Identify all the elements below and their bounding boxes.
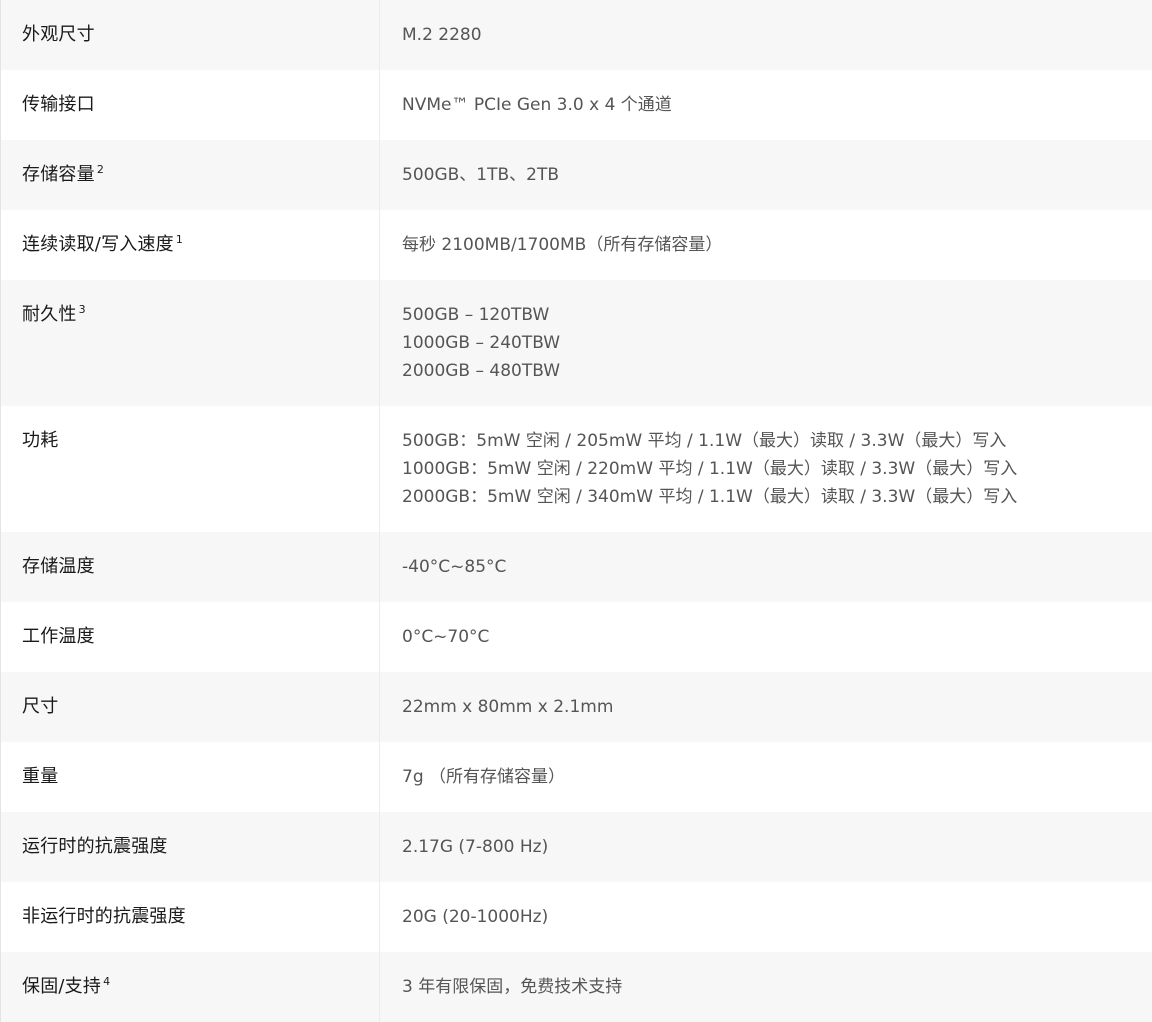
spec-row-capacity: 存储容量 2 500GB、1TB、2TB (1, 140, 1152, 210)
spec-value-line: 500GB – 120TBW (402, 305, 550, 325)
spec-label: 功耗 (1, 406, 380, 532)
footnote-marker: 2 (96, 163, 105, 176)
spec-row-storage-temp: 存储温度 -40°C~85°C (1, 532, 1152, 602)
spec-value: 500GB：5mW 空闲 / 205mW 平均 / 1.1W（最大）读取 / 3… (380, 406, 1152, 532)
spec-row-weight: 重量 7g （所有存储容量） (1, 742, 1152, 812)
spec-value: 7g （所有存储容量） (380, 742, 1152, 812)
spec-label: 保固/支持 4 (1, 952, 380, 1022)
spec-value-line: 0°C~70°C (402, 627, 490, 647)
spec-row-interface: 传输接口 NVMe™ PCIe Gen 3.0 x 4 个通道 (1, 70, 1152, 140)
spec-label: 工作温度 (1, 602, 380, 672)
spec-value: -40°C~85°C (380, 532, 1152, 602)
spec-value: 500GB – 120TBW 1000GB – 240TBW 2000GB – … (380, 280, 1152, 406)
spec-value-line: 500GB、1TB、2TB (402, 165, 560, 185)
spec-label: 耐久性 3 (1, 280, 380, 406)
spec-value: 2.17G (7-800 Hz) (380, 812, 1152, 882)
spec-value: 0°C~70°C (380, 602, 1152, 672)
spec-row-form-factor: 外观尺寸 M.2 2280 (1, 0, 1152, 70)
spec-value: 每秒 2100MB/1700MB（所有存储容量） (380, 210, 1152, 280)
spec-label: 运行时的抗震强度 (1, 812, 380, 882)
spec-value-line: 2000GB – 480TBW (402, 361, 561, 381)
spec-label: 外观尺寸 (1, 0, 380, 70)
spec-value: NVMe™ PCIe Gen 3.0 x 4 个通道 (380, 70, 1152, 140)
footnote-marker: 4 (103, 975, 111, 988)
spec-row-non-operating-shock: 非运行时的抗震强度 20G (20-1000Hz) (1, 882, 1152, 952)
spec-row-endurance: 耐久性 3 500GB – 120TBW 1000GB – 240TBW 2000… (1, 280, 1152, 406)
spec-value-line: 3 年有限保固，免费技术支持 (402, 977, 623, 997)
spec-label: 传输接口 (1, 70, 380, 140)
spec-row-operating-temp: 工作温度 0°C~70°C (1, 602, 1152, 672)
spec-value-line: NVMe™ PCIe Gen 3.0 x 4 个通道 (402, 95, 672, 115)
spec-label: 存储温度 (1, 532, 380, 602)
spec-label: 重量 (1, 742, 380, 812)
spec-value: M.2 2280 (380, 0, 1152, 70)
spec-label: 尺寸 (1, 672, 380, 742)
spec-value: 500GB、1TB、2TB (380, 140, 1152, 210)
spec-row-warranty: 保固/支持 4 3 年有限保固，免费技术支持 (1, 952, 1152, 1022)
spec-value: 20G (20-1000Hz) (380, 882, 1152, 952)
spec-row-power: 功耗 500GB：5mW 空闲 / 205mW 平均 / 1.1W（最大）读取 … (1, 406, 1152, 532)
footnote-marker: 1 (175, 233, 184, 246)
spec-value-line: 22mm x 80mm x 2.1mm (402, 697, 614, 717)
spec-row-speed: 连续读取/写入速度 1 每秒 2100MB/1700MB（所有存储容量） (1, 210, 1152, 280)
spec-row-operating-shock: 运行时的抗震强度 2.17G (7-800 Hz) (1, 812, 1152, 882)
spec-value-line: 1000GB：5mW 空闲 / 220mW 平均 / 1.1W（最大）读取 / … (402, 459, 1018, 479)
spec-value-line: 1000GB – 240TBW (402, 333, 561, 353)
spec-label: 非运行时的抗震强度 (1, 882, 380, 952)
spec-value: 22mm x 80mm x 2.1mm (380, 672, 1152, 742)
spec-value-line: 7g （所有存储容量） (402, 767, 566, 787)
spec-value-line: 2000GB：5mW 空闲 / 340mW 平均 / 1.1W（最大）读取 / … (402, 487, 1018, 507)
spec-value: 3 年有限保固，免费技术支持 (380, 952, 1152, 1022)
spec-value-line: 每秒 2100MB/1700MB（所有存储容量） (402, 235, 723, 255)
spec-table: 外观尺寸 M.2 2280 传输接口 NVMe™ PCIe Gen 3.0 x … (0, 0, 1152, 1022)
spec-label: 存储容量 2 (1, 140, 380, 210)
spec-value-line: 500GB：5mW 空闲 / 205mW 平均 / 1.1W（最大）读取 / 3… (402, 431, 1007, 451)
spec-value-line: -40°C~85°C (402, 557, 507, 577)
spec-value-line: 2.17G (7-800 Hz) (402, 837, 549, 857)
spec-value-line: 20G (20-1000Hz) (402, 907, 549, 927)
footnote-marker: 3 (78, 303, 86, 316)
spec-label: 连续读取/写入速度 1 (1, 210, 380, 280)
spec-row-dimensions: 尺寸 22mm x 80mm x 2.1mm (1, 672, 1152, 742)
spec-value-line: M.2 2280 (402, 25, 482, 45)
